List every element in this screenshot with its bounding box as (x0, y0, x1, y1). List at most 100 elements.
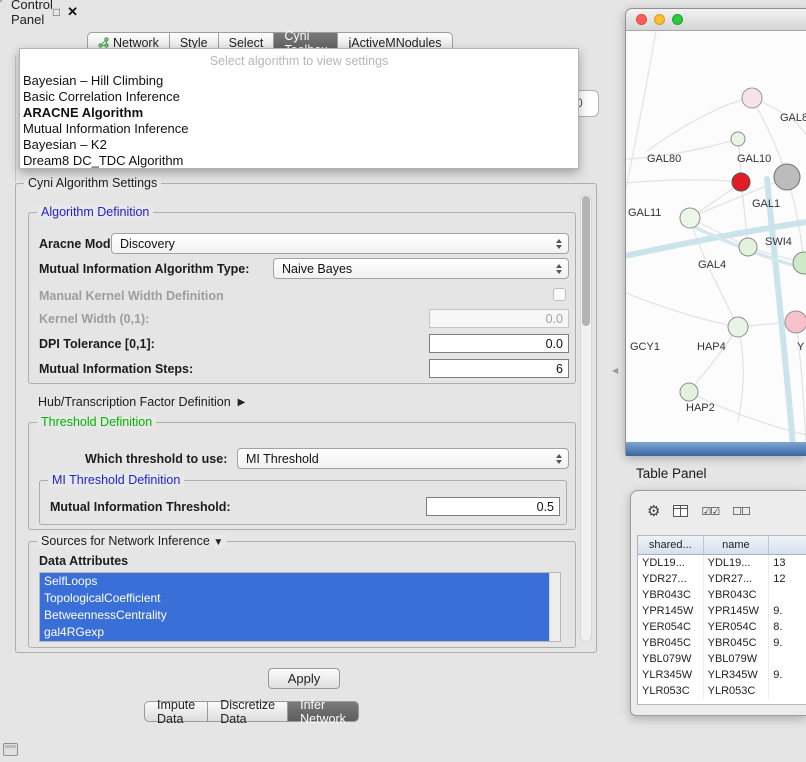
select-all-columns-icon[interactable]: ☑☑ (701, 505, 719, 518)
scrollbar-thumb[interactable] (582, 196, 590, 326)
apply-button[interactable]: Apply (268, 668, 340, 689)
cell-value: 9. (769, 603, 806, 619)
table-row[interactable]: YPR145W YPR145W 9. (638, 603, 806, 619)
cell-shared-name: YBR043C (638, 587, 704, 603)
float-window-icon[interactable]: □ (53, 5, 60, 19)
cell-shared-name: YPR145W (638, 603, 704, 619)
manual-kernel-width-checkbox[interactable] (553, 288, 566, 301)
close-icon[interactable]: ✕ (67, 4, 78, 20)
kernel-width-label: Kernel Width (0,1): (39, 312, 149, 326)
cell-name: YPR145W (704, 603, 770, 619)
network-node[interactable] (793, 252, 806, 274)
algorithm-option[interactable]: Mutual Information Inference (20, 121, 578, 137)
algorithm-option[interactable]: Dream8 DC_TDC Algorithm (20, 153, 578, 169)
network-node[interactable] (680, 208, 700, 228)
network-edge[interactable] (626, 180, 741, 183)
table-row[interactable]: YDL19... YDL19... 13 (638, 555, 806, 571)
network-edge[interactable] (689, 327, 738, 392)
table-row[interactable]: YLR053C YLR053C (638, 683, 806, 699)
attribute-item-selected[interactable]: TopologicalCoefficient (40, 590, 549, 607)
mi-threshold-definition-title: MI Threshold Definition (48, 473, 184, 487)
attribute-item-selected[interactable]: SelfLoops (40, 573, 549, 590)
stepper-arrows-icon (556, 454, 562, 464)
network-window-bottom-bar (626, 442, 806, 456)
network-edge[interactable] (796, 322, 806, 442)
cell-name: YDR27... (704, 571, 770, 587)
cell-value: 8. (769, 619, 806, 635)
data-attributes-label: Data Attributes (39, 554, 128, 568)
tab-impute-data[interactable]: Impute Data (144, 701, 208, 722)
network-edge[interactable] (626, 139, 738, 159)
table-row[interactable]: YBL079W YBL079W (638, 651, 806, 667)
algorithm-definition-title: Algorithm Definition (37, 205, 153, 219)
gear-icon[interactable]: ⚙ (647, 504, 660, 519)
table-header-row: shared... name (638, 536, 806, 555)
network-view-window: GAL80GAL10GAL8GAL11GAL1SWI4GAL4GCY1HAP4Y… (625, 8, 806, 455)
kernel-width-field[interactable] (429, 309, 569, 328)
tab-infer-network[interactable]: Infer Network (288, 701, 359, 722)
network-canvas[interactable]: GAL80GAL10GAL8GAL11GAL1SWI4GAL4GCY1HAP4Y… (626, 31, 806, 442)
network-node[interactable] (680, 383, 698, 401)
cyni-bottom-tabs: Impute Data Discretize Data Infer Networ… (144, 701, 359, 722)
table-row[interactable]: YBR043C YBR043C (638, 587, 806, 603)
table-row[interactable]: YLR345W YLR345W 9. (638, 667, 806, 683)
manual-kernel-width-label: Manual Kernel Width Definition (39, 289, 224, 303)
tab-discretize-data[interactable]: Discretize Data (208, 701, 288, 722)
network-node[interactable] (731, 132, 745, 146)
deselect-all-columns-icon[interactable]: ☐☐ (732, 505, 750, 518)
hub-transcription-factor-expander[interactable]: Hub/Transcription Factor Definition ▶ (38, 395, 245, 409)
network-node[interactable] (732, 173, 750, 191)
mi-steps-field[interactable] (429, 359, 569, 378)
zoom-traffic-light-icon[interactable] (672, 14, 683, 25)
algorithm-option[interactable]: Bayesian – K2 (20, 137, 578, 153)
settings-scrollbar[interactable] (580, 194, 592, 642)
sources-group-title[interactable]: Sources for Network Inference ▼ (37, 534, 227, 548)
table-row[interactable]: YER054C YER054C 8. (638, 619, 806, 635)
attribute-list-scrollbar[interactable] (549, 573, 560, 641)
network-edge[interactable] (738, 327, 743, 421)
network-node[interactable] (785, 311, 806, 333)
algorithm-option[interactable]: Bayesian – Hill Climbing (20, 73, 578, 89)
aracne-mode-value: Discovery (120, 237, 175, 251)
cell-value: 12 (769, 571, 806, 587)
network-edge[interactable] (767, 179, 793, 442)
table-row[interactable]: YDR27... YDR27... 12 (638, 571, 806, 587)
mi-algorithm-type-label: Mutual Information Algorithm Type: (39, 262, 249, 276)
algorithm-option[interactable]: Basic Correlation Inference (20, 89, 578, 105)
network-node-label: GAL4 (698, 259, 726, 271)
panel-divider-arrow-icon[interactable]: ◀ (612, 366, 618, 375)
network-node[interactable] (774, 164, 800, 190)
mi-threshold-field[interactable] (426, 497, 560, 516)
table-row[interactable]: YBR045C YBR045C 9. (638, 635, 806, 651)
network-edge[interactable] (741, 182, 748, 247)
column-header-name[interactable]: name (704, 536, 770, 554)
network-node[interactable] (742, 88, 762, 108)
mi-algorithm-type-select[interactable]: Naive Bayes (273, 258, 569, 279)
attribute-item-selected[interactable]: BetweennessCentrality (40, 607, 549, 624)
stepper-arrows-icon (556, 264, 562, 274)
algorithm-placeholder-option[interactable]: Select algorithm to view settings (20, 49, 578, 73)
network-node[interactable] (728, 317, 748, 337)
collapse-down-icon: ▼ (213, 537, 223, 548)
collapsed-panel-icon[interactable] (3, 743, 18, 756)
dpi-tolerance-field[interactable] (429, 334, 569, 353)
cyni-algorithm-settings-group: Cyni Algorithm Settings Algorithm Defini… (15, 183, 597, 653)
hub-transcription-factor-label: Hub/Transcription Factor Definition (38, 395, 231, 409)
cell-name: YDL19... (704, 555, 770, 571)
minimize-traffic-light-icon[interactable] (654, 14, 665, 25)
network-edge[interactable] (626, 31, 656, 189)
which-threshold-select[interactable]: MI Threshold (237, 448, 569, 469)
columns-icon[interactable] (673, 505, 688, 517)
cell-shared-name: YLR053C (638, 683, 704, 699)
close-traffic-light-icon[interactable] (636, 14, 647, 25)
algorithm-option-selected[interactable]: ARACNE Algorithm (20, 105, 578, 121)
network-edge[interactable] (626, 293, 738, 327)
network-node-label: HAP2 (686, 402, 715, 414)
network-node-label: SWI4 (765, 236, 792, 248)
stepper-arrows-icon (556, 239, 562, 249)
aracne-mode-select[interactable]: Discovery (111, 233, 569, 254)
attribute-item-selected[interactable]: gal4RGexp (40, 624, 549, 641)
network-node[interactable] (739, 238, 757, 256)
column-header-shared-name[interactable]: shared... (638, 536, 704, 554)
column-header-clipped[interactable] (769, 536, 806, 554)
